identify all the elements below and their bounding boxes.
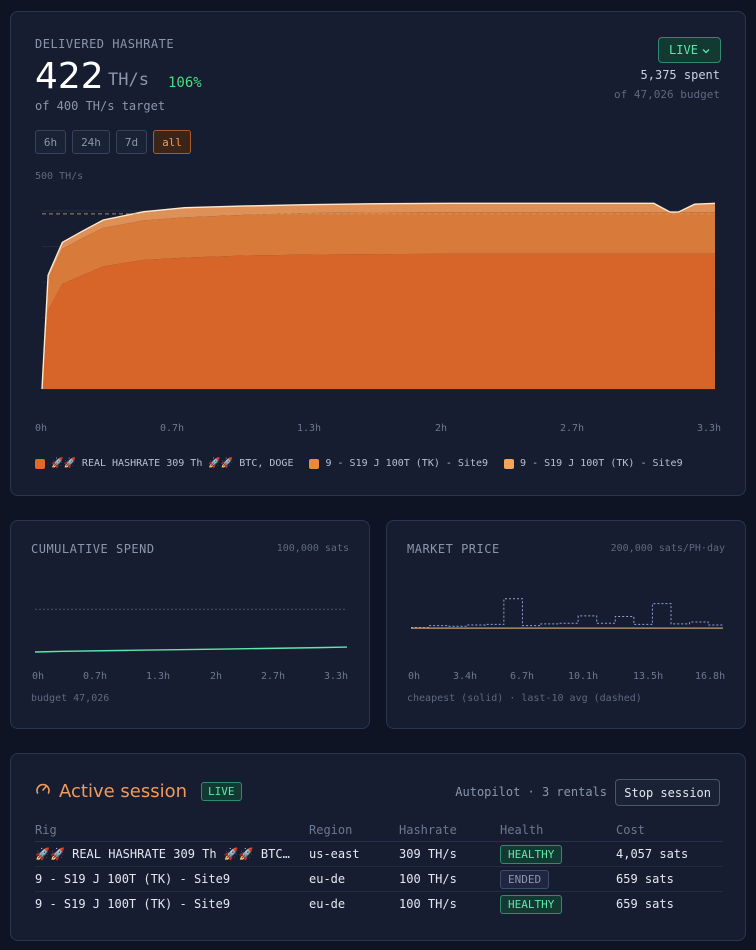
x-tick: 2h xyxy=(435,423,448,434)
avg-line xyxy=(411,598,724,628)
legend-label: 9 - S19 J 100T (TK) - Site9 xyxy=(520,458,683,469)
x-tick: 2.7h xyxy=(560,423,585,434)
legend-swatch xyxy=(35,458,45,469)
x-tick: 16.8h xyxy=(695,671,726,682)
x-tick: 3.3h xyxy=(697,423,722,434)
x-tick: 1.3h xyxy=(146,671,171,682)
market-price-card: MARKET PRICE 200,000 sats/PH·day 0h 3.4h… xyxy=(386,520,746,729)
hashrate: 100 TH/s xyxy=(399,897,457,912)
x-tick: 3.4h xyxy=(453,671,478,682)
legend-label: 9 - S19 J 100T (TK) - Site9 xyxy=(325,458,489,469)
health-badge: HEALTHY xyxy=(500,845,563,864)
rig-name: 🚀🚀 REAL HASHRATE 309 Th 🚀🚀 BTC… xyxy=(35,841,309,867)
gauge-icon xyxy=(35,781,51,802)
table-row[interactable]: 9 - S19 J 100T (TK) - Site9 eu-de 100 TH… xyxy=(35,866,723,892)
x-tick: 6.7h xyxy=(510,671,535,682)
hashrate: 309 TH/s xyxy=(399,841,500,867)
x-tick: 3.3h xyxy=(324,671,349,682)
legend-item: 🚀🚀 REAL HASHRATE 309 Th 🚀🚀 BTC, DOGE xyxy=(35,458,293,469)
health-badge: ENDED xyxy=(500,870,550,889)
rig-name: 9 - S19 J 100T (TK) - Site9 xyxy=(35,897,231,912)
cost: 659 sats xyxy=(616,866,723,892)
column-header-hashrate: Hashrate xyxy=(399,821,500,842)
x-tick: 2h xyxy=(210,671,223,682)
spend-line xyxy=(34,646,348,653)
session-title: Active session xyxy=(59,781,188,802)
cumulative-spend-card: CUMULATIVE SPEND 100,000 sats 0h 0.7h 1.… xyxy=(10,520,370,729)
table-header-row: Rig Region Hashrate Health Cost xyxy=(35,821,723,842)
region: eu-de xyxy=(309,866,399,892)
session-live-badge: LIVE xyxy=(201,782,242,801)
hashrate-card: DELIVERED HASHRATE 422 TH/s 106% of 400 … xyxy=(10,11,746,496)
x-tick: 0.7h xyxy=(160,423,185,434)
series-area xyxy=(42,253,715,389)
x-tick: 0h xyxy=(35,423,48,434)
region: us-east xyxy=(309,841,399,867)
spend-footer: budget 47,026 xyxy=(31,693,110,704)
rig-name: 9 - S19 J 100T (TK) - Site9 xyxy=(35,866,309,892)
x-tick: 13.5h xyxy=(633,671,664,682)
x-tick: 10.1h xyxy=(568,671,599,682)
stop-session-button[interactable]: Stop session xyxy=(615,779,720,806)
column-header-region: Region xyxy=(309,821,399,842)
cost: 4,057 sats xyxy=(616,841,723,867)
x-tick: 0h xyxy=(408,671,421,682)
hashrate: 100 TH/s xyxy=(399,866,500,892)
hashrate-chart xyxy=(41,202,716,390)
x-tick: 1.3h xyxy=(297,423,322,434)
market-footer: cheapest (solid) · last-10 avg (dashed) xyxy=(407,693,642,704)
x-tick: 0.7h xyxy=(83,671,108,682)
x-tick: 2.7h xyxy=(261,671,286,682)
chart-legend: 🚀🚀 REAL HASHRATE 309 Th 🚀🚀 BTC, DOGE 9 -… xyxy=(35,458,683,469)
legend-item: 9 - S19 J 100T (TK) - Site9 xyxy=(504,458,683,469)
active-session-card: Active session LIVE Autopilot · 3 rental… xyxy=(10,753,746,941)
legend-swatch xyxy=(504,458,515,469)
x-tick: 0h xyxy=(32,671,45,682)
table-row[interactable]: 🚀🚀 REAL HASHRATE 309 Th 🚀🚀 BTC… us-east … xyxy=(35,841,723,867)
health-badge: HEALTHY xyxy=(500,895,563,915)
column-header-cost: Cost xyxy=(616,821,723,842)
autopilot-status: Autopilot · 3 rentals xyxy=(455,785,607,799)
column-header-rig: Rig xyxy=(35,821,309,842)
legend-item: 9 - S19 J 100T (TK) - Site9 xyxy=(309,458,488,469)
legend-label: 🚀🚀 REAL HASHRATE 309 Th 🚀🚀 BTC, DOGE xyxy=(51,458,294,469)
session-header: Active session LIVE xyxy=(35,781,242,802)
legend-swatch xyxy=(309,458,320,469)
cost: 659 sats xyxy=(616,897,674,912)
column-header-health: Health xyxy=(500,821,616,842)
region: eu-de xyxy=(309,897,346,912)
table-row[interactable]: 9 - S19 J 100T (TK) - Site9 eu-de 100 TH… xyxy=(35,892,723,917)
rentals-table: Rig Region Hashrate Health Cost 🚀🚀 REAL … xyxy=(35,821,723,917)
